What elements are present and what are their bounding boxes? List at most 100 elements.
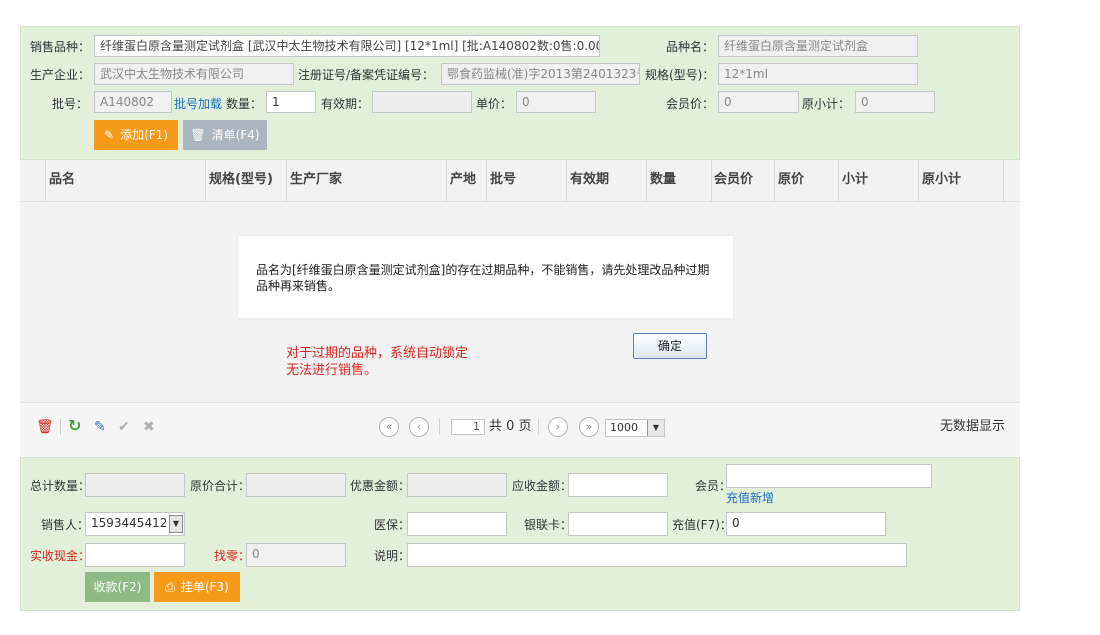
collect-payment-button[interactable]: 收款(F2)	[85, 572, 150, 602]
batch-label: 批号：	[52, 97, 89, 111]
pager-divider	[538, 419, 539, 435]
unionpay-input[interactable]	[568, 512, 668, 536]
unionpay-label: 银联卡：	[524, 518, 573, 532]
next-page-button[interactable]: ›	[548, 417, 568, 437]
spec-label: 规格(型号)：	[645, 68, 715, 82]
seller-label: 销售人：	[41, 518, 90, 532]
column-divider	[711, 160, 712, 202]
edit-icon[interactable]: ✎	[94, 419, 106, 435]
column-header-manufacturer[interactable]: 生产厂家	[290, 172, 342, 188]
hold-button-label: 挂单(F3)	[180, 580, 229, 594]
receivable-field[interactable]	[568, 473, 668, 497]
chevron-left-icon: ‹	[416, 420, 422, 433]
toolbar-divider	[60, 419, 61, 435]
check-icon[interactable]: ✔	[118, 419, 130, 435]
page-size-select[interactable]: 1000 ▼	[605, 419, 665, 437]
sales-product-input[interactable]: 纤维蛋白原含量测定试剂盒 [武汉中太生物技术有限公司] [12*1ml] [批:…	[94, 35, 600, 57]
no-data-text: 无数据显示	[940, 419, 1006, 434]
variety-name-field: 纤维蛋白原含量测定试剂盒	[718, 35, 918, 57]
orig-subtotal-label: 原小计：	[802, 97, 851, 111]
reg-no-label: 注册证号/备案凭证编号：	[298, 68, 435, 82]
discount-label: 优惠金额：	[350, 479, 411, 493]
orig-subtotal-field: 0	[855, 91, 935, 113]
alert-dialog: 品名为[纤维蛋白原含量测定试剂盒]的存在过期品种，不能销售，请先处理改品种过期品…	[238, 236, 733, 318]
column-divider	[486, 160, 487, 202]
qty-input[interactable]: 1	[266, 91, 316, 113]
confirm-button[interactable]: 确定	[633, 333, 707, 359]
clear-button-label: 清单(F4)	[211, 128, 260, 142]
seller-select[interactable]: 1593445412 ▼	[85, 512, 185, 536]
double-chevron-right-icon: »	[585, 420, 593, 433]
column-header-qty[interactable]: 数量	[650, 172, 676, 188]
last-page-button[interactable]: »	[579, 417, 599, 437]
close-icon[interactable]: ✖	[143, 419, 155, 435]
medical-insurance-label: 医保：	[374, 518, 411, 532]
column-divider	[918, 160, 919, 202]
column-divider	[205, 160, 206, 202]
printer-icon: ⎙	[165, 580, 175, 594]
column-divider	[646, 160, 647, 202]
pager-divider	[439, 419, 440, 435]
recharge-input[interactable]: 0	[726, 512, 886, 536]
spec-field: 12*1ml	[718, 63, 918, 85]
trash-icon: 🗑	[190, 128, 206, 142]
prev-page-button[interactable]: ‹	[409, 417, 429, 437]
unit-price-field: 0	[516, 91, 596, 113]
dropdown-arrow-icon: ▼	[169, 515, 183, 533]
member-input[interactable]	[726, 464, 932, 488]
batch-field: A140802	[94, 91, 172, 113]
hold-order-button[interactable]: ⎙ 挂单(F3)	[154, 572, 240, 602]
orig-total-label: 原价合计：	[190, 479, 251, 493]
note-label: 说明：	[374, 549, 411, 563]
column-divider	[566, 160, 567, 202]
column-divider	[45, 160, 46, 202]
seller-value: 1593445412	[91, 516, 168, 530]
manufacturer-field: 武汉中太生物技术有限公司	[94, 63, 294, 85]
page-size-value: 1000	[610, 421, 638, 434]
column-header-expiry[interactable]: 有效期	[570, 172, 609, 188]
add-button-label: 添加(F1)	[120, 128, 168, 142]
expiry-field[interactable]	[372, 91, 472, 113]
page-number-input[interactable]: 1	[451, 419, 485, 435]
column-header-orig-price[interactable]: 原价	[778, 172, 804, 188]
recharge-label: 充值(F7)：	[672, 518, 732, 532]
column-header-subtotal[interactable]: 小计	[842, 172, 868, 188]
qty-label: 数量：	[226, 97, 263, 111]
change-label: 找零：	[214, 549, 251, 563]
dropdown-arrow-icon: ▼	[647, 420, 664, 436]
pencil-icon: ✎	[104, 128, 115, 142]
sales-product-label: 销售品种：	[30, 40, 91, 54]
column-header-orig-subtotal[interactable]: 原小计	[922, 172, 961, 188]
change-field: 0	[246, 543, 346, 567]
batch-load-link[interactable]: 批号加载	[174, 97, 222, 111]
clear-list-button[interactable]: 🗑 清单(F4)	[183, 120, 267, 150]
receivable-label: 应收金额：	[512, 479, 573, 493]
recharge-new-link[interactable]: 充值新增	[726, 491, 774, 505]
annotation-line-1: 对于过期的品种，系统自动锁定	[286, 346, 469, 361]
column-header-spec[interactable]: 规格(型号)	[209, 172, 273, 188]
add-button[interactable]: ✎ 添加(F1)	[94, 120, 178, 150]
medical-insurance-input[interactable]	[407, 512, 507, 536]
cash-received-input[interactable]	[85, 543, 185, 567]
first-page-button[interactable]: «	[379, 417, 399, 437]
total-pages-text: 共 0 页	[489, 419, 532, 434]
column-divider	[286, 160, 287, 202]
chevron-right-icon: ›	[555, 420, 561, 433]
cash-received-label: 实收现金：	[30, 549, 91, 563]
alert-message: 品名为[纤维蛋白原含量测定试剂盒]的存在过期品种，不能销售，请先处理改品种过期品…	[256, 263, 710, 293]
column-divider	[1003, 160, 1004, 202]
delete-icon[interactable]: 🗑	[36, 419, 54, 435]
column-header-batch[interactable]: 批号	[490, 172, 516, 188]
column-header-origin[interactable]: 产地	[450, 172, 476, 188]
column-header-member-price[interactable]: 会员价	[714, 172, 753, 188]
note-input[interactable]	[407, 543, 907, 567]
double-chevron-left-icon: «	[385, 420, 393, 433]
unit-price-label: 单价：	[476, 97, 513, 111]
column-header-name[interactable]: 品名	[49, 172, 75, 188]
annotation-line-2: 无法进行销售。	[286, 363, 378, 378]
column-divider	[774, 160, 775, 202]
grid-header	[20, 160, 1020, 202]
expiry-label: 有效期：	[321, 97, 370, 111]
refresh-icon[interactable]: ↻	[68, 418, 81, 434]
annotation-note: 对于过期的品种，系统自动锁定 无法进行销售。	[286, 345, 468, 379]
